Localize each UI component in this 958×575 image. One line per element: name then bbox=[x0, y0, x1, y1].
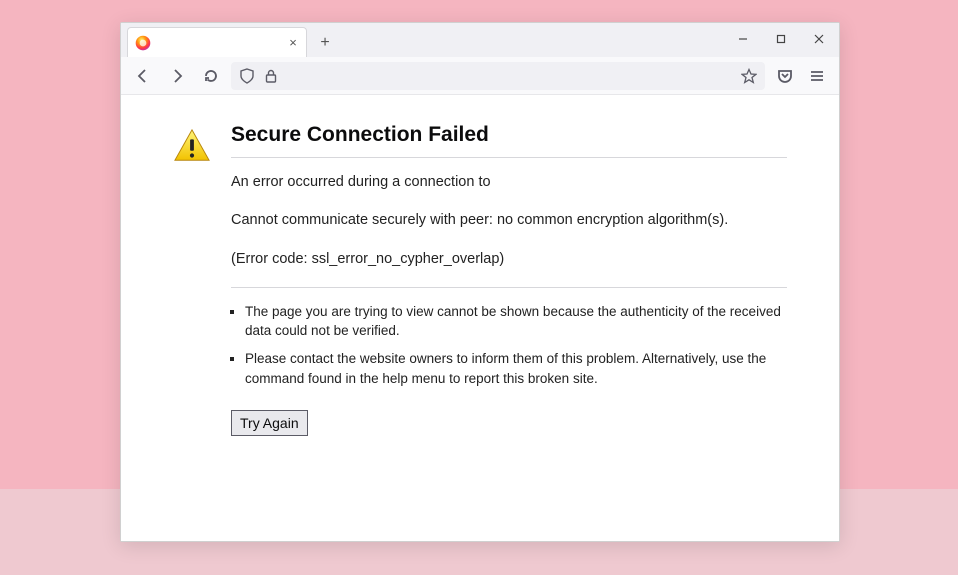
divider bbox=[231, 287, 787, 288]
close-window-button[interactable] bbox=[805, 27, 833, 51]
divider bbox=[231, 157, 787, 158]
browser-window: × + bbox=[120, 22, 840, 542]
error-line-1: An error occurred during a connection to bbox=[231, 172, 787, 192]
close-tab-button[interactable]: × bbox=[286, 36, 300, 50]
back-button[interactable] bbox=[129, 62, 157, 90]
error-page: Secure Connection Failed An error occurr… bbox=[173, 123, 787, 436]
warning-icon bbox=[173, 127, 211, 165]
minimize-button[interactable] bbox=[729, 27, 757, 51]
error-bullet-list: The page you are trying to view cannot b… bbox=[231, 302, 787, 388]
reload-button[interactable] bbox=[197, 62, 225, 90]
window-controls bbox=[729, 27, 833, 51]
shield-icon bbox=[239, 68, 255, 84]
lock-icon bbox=[263, 68, 279, 84]
error-bullet: The page you are trying to view cannot b… bbox=[245, 302, 787, 341]
error-bullet: Please contact the website owners to inf… bbox=[245, 349, 787, 388]
maximize-button[interactable] bbox=[767, 27, 795, 51]
address-bar[interactable] bbox=[231, 62, 765, 90]
app-menu-button[interactable] bbox=[803, 62, 831, 90]
browser-tab[interactable]: × bbox=[127, 27, 307, 57]
forward-button[interactable] bbox=[163, 62, 191, 90]
page-content: Secure Connection Failed An error occurr… bbox=[121, 95, 839, 541]
error-title: Secure Connection Failed bbox=[231, 123, 787, 147]
save-to-pocket-button[interactable] bbox=[771, 62, 799, 90]
error-code: (Error code: ssl_error_no_cypher_overlap… bbox=[231, 249, 787, 269]
error-line-2: Cannot communicate securely with peer: n… bbox=[231, 210, 787, 230]
navigation-toolbar bbox=[121, 57, 839, 95]
bookmark-star-icon[interactable] bbox=[741, 68, 757, 84]
tab-strip: × + bbox=[121, 23, 839, 57]
firefox-icon bbox=[134, 34, 152, 52]
try-again-button[interactable]: Try Again bbox=[231, 410, 308, 436]
new-tab-button[interactable]: + bbox=[311, 29, 339, 57]
